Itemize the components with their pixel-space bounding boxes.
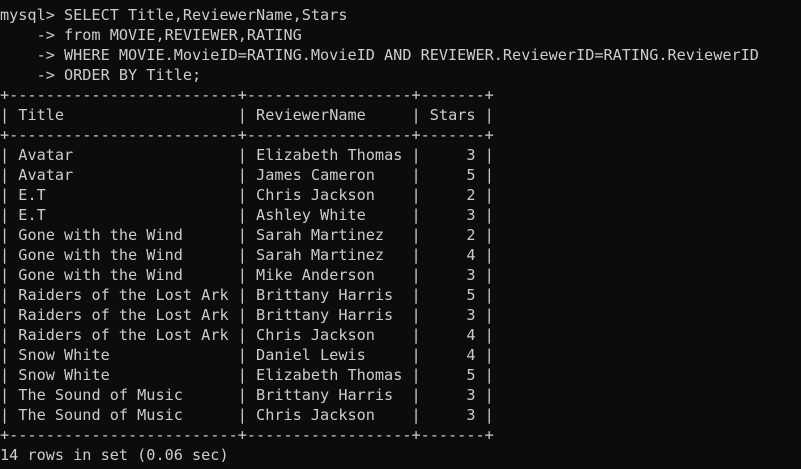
table-row: | E.T | Ashley White | 3 | [0,206,494,224]
command-line: -> from MOVIE,REVIEWER,RATING [0,26,302,44]
table-cell: Brittany Harris [256,286,394,304]
command-line: -> ORDER BY Title; [0,66,202,84]
column-header: Title [18,106,65,124]
table-border: +-------------------------+-------------… [0,126,494,144]
command-line: -> WHERE MOVIE.MovieID=RATING.MovieID AN… [0,46,759,64]
table-row: | The Sound of Music | Chris Jackson | 3… [0,406,494,424]
table-cell: E.T [18,186,46,204]
table-cell: Brittany Harris [256,386,394,404]
table-cell: Avatar [18,146,74,164]
table-cell: 4 [466,246,476,264]
sql-command: mysql> SELECT Title,ReviewerName,Stars -… [0,5,801,85]
terminal-console[interactable]: mysql> SELECT Title,ReviewerName,Stars -… [0,0,801,469]
command-line: mysql> SELECT Title,ReviewerName,Stars [0,6,348,24]
table-cell: 5 [466,286,476,304]
table-cell: 3 [466,386,476,404]
table-cell: Sarah Martinez [256,226,385,244]
table-cell: Gone with the Wind [18,246,183,264]
table-row: | Raiders of the Lost Ark | Brittany Har… [0,286,494,304]
table-cell: Raiders of the Lost Ark [18,326,229,344]
table-cell: Elizabeth Thomas [256,366,403,384]
table-cell: E.T [18,206,46,224]
table-cell: Gone with the Wind [18,226,183,244]
table-cell: Gone with the Wind [18,266,183,284]
table-cell: 3 [466,406,476,424]
table-cell: The Sound of Music [18,406,183,424]
table-cell: Chris Jackson [256,326,375,344]
table-cell: 2 [466,226,476,244]
table-cell: 3 [466,306,476,324]
table-cell: Mike Anderson [256,266,375,284]
table-cell: 4 [466,346,476,364]
table-cell: Brittany Harris [256,306,394,324]
table-row: | The Sound of Music | Brittany Harris |… [0,386,494,404]
table-cell: Chris Jackson [256,406,375,424]
table-cell: Daniel Lewis [256,346,366,364]
table-row: | E.T | Chris Jackson | 2 | [0,186,494,204]
table-cell: 3 [466,146,476,164]
result-summary: 14 rows in set (0.06 sec) [0,446,229,464]
table-cell: 3 [466,266,476,284]
column-header: ReviewerName [256,106,366,124]
table-row: | Gone with the Wind | Sarah Martinez | … [0,246,494,264]
table-cell: Sarah Martinez [256,246,385,264]
table-cell: Elizabeth Thomas [256,146,403,164]
table-cell: 3 [466,206,476,224]
table-cell: 5 [466,166,476,184]
table-cell: Snow White [18,366,110,384]
table-border: +-------------------------+-------------… [0,86,494,104]
table-cell: The Sound of Music [18,386,183,404]
table-header-row: | Title | ReviewerName | Stars | [0,106,494,124]
table-row: | Snow White | Daniel Lewis | 4 | [0,346,494,364]
table-row: | Raiders of the Lost Ark | Brittany Har… [0,306,494,324]
table-row: | Avatar | Elizabeth Thomas | 3 | [0,146,494,164]
table-cell: 5 [466,366,476,384]
table-cell: Chris Jackson [256,186,375,204]
table-cell: Raiders of the Lost Ark [18,306,229,324]
table-row: | Gone with the Wind | Mike Anderson | 3… [0,266,494,284]
table-cell: Snow White [18,346,110,364]
table-cell: James Cameron [256,166,375,184]
table-cell: 4 [466,326,476,344]
table-border: +-------------------------+-------------… [0,426,494,444]
table-cell: 2 [466,186,476,204]
table-row: | Avatar | James Cameron | 5 | [0,166,494,184]
column-header: Stars [429,106,476,124]
table-row: | Gone with the Wind | Sarah Martinez | … [0,226,494,244]
table-row: | Snow White | Elizabeth Thomas | 5 | [0,366,494,384]
table-cell: Ashley White [256,206,366,224]
table-row: | Raiders of the Lost Ark | Chris Jackso… [0,326,494,344]
result-table: +-------------------------+-------------… [0,85,801,445]
table-cell: Avatar [18,166,74,184]
table-cell: Raiders of the Lost Ark [18,286,229,304]
